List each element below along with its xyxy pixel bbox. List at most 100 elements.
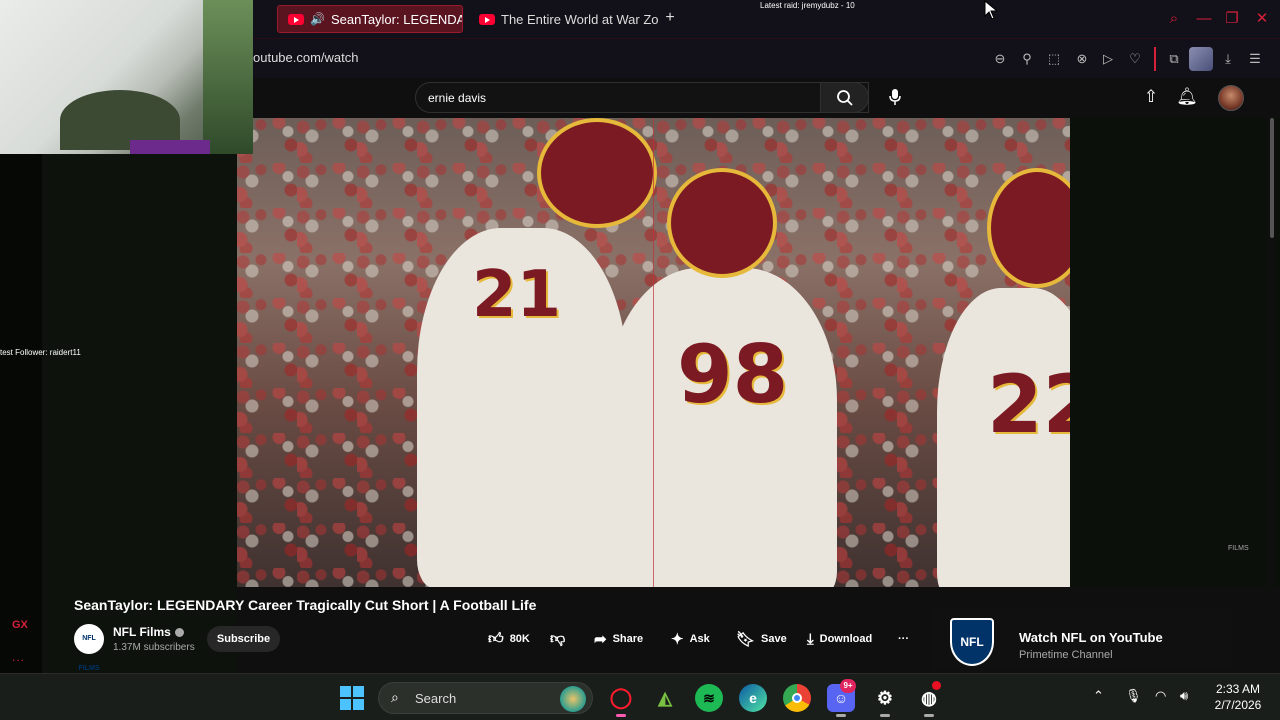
jersey-number-22: 22 — [987, 358, 1070, 451]
voice-search-button[interactable] — [879, 82, 910, 113]
like-button[interactable]: 👍︎ 80K — [488, 626, 530, 652]
audio-playing-icon[interactable]: 🔊 — [310, 12, 325, 26]
video-player[interactable]: 21 98 22 — [237, 118, 1070, 587]
jersey-number-98: 98 — [677, 328, 789, 421]
webcam-blanket — [130, 140, 210, 154]
video-helmet-center — [667, 168, 777, 278]
tab-active-video[interactable]: 🔊 SeanTaylor: LEGENDA — [277, 5, 463, 33]
search-button[interactable] — [820, 82, 869, 113]
nfl-promo-card[interactable]: NFL Watch NFL on YouTube Primetime Chann… — [932, 608, 1232, 670]
taskbar-clock[interactable]: 2:33 AM 2/7/2026 — [1210, 681, 1266, 713]
jersey-number-21: 21 — [472, 258, 562, 332]
volume-icon[interactable]: 🔊︎ — [1180, 688, 1188, 704]
tray-microphone-icon[interactable]: 🎙︎ — [1125, 688, 1142, 704]
player-icon[interactable]: ▷ — [1099, 50, 1117, 68]
subscriber-count: 1.37M subscribers — [113, 642, 195, 653]
channel-name[interactable]: NFL Films — [113, 625, 184, 639]
create-upload-icon[interactable]: ⇧ — [1140, 86, 1162, 108]
screen: test Follower: raidert11 GX ... Latest r… — [0, 0, 1280, 720]
url-field[interactable]: outube.com/watch — [253, 50, 359, 65]
account-avatar[interactable] — [1218, 85, 1244, 111]
nvidia-icon[interactable]: ◭ — [651, 684, 679, 712]
sparkle-icon: ✦ — [671, 631, 684, 648]
download-arrow-icon: ⤓ — [807, 630, 814, 648]
promo-subtitle: Primetime Channel — [1019, 649, 1113, 661]
scrollbar-thumb[interactable] — [1270, 118, 1274, 238]
promo-title: Watch NFL on YouTube — [1019, 630, 1163, 645]
taskbar-search-label: Search — [415, 691, 457, 706]
clock-date: 2/7/2026 — [1214, 698, 1262, 712]
pin-icon[interactable]: ⚲ — [1018, 50, 1036, 68]
bookmark-icon: 🔖︎ — [736, 631, 756, 648]
minimize-icon[interactable]: — — [1194, 9, 1214, 29]
extensions-icon[interactable]: ⧉ — [1165, 50, 1183, 68]
channel-avatar[interactable]: NFL FILMS — [74, 624, 104, 672]
more-actions-icon: ··· — [898, 633, 909, 645]
discord-active-indicator — [836, 714, 846, 717]
save-label: Save — [761, 633, 787, 645]
share-button[interactable]: ➦ Share — [594, 626, 643, 652]
share-label: Share — [612, 633, 644, 645]
browser-tab-bar: Latest raid: jremydubz - 10 🔊 SeanTaylor… — [253, 0, 1280, 38]
steam-icon[interactable]: ⚙ — [871, 684, 899, 712]
video-red-line — [653, 118, 654, 587]
edge-icon[interactable]: e — [739, 684, 767, 712]
easy-setup-icon[interactable]: ☰ — [1246, 50, 1264, 68]
taskbar-search-icon: ⌕ — [391, 689, 399, 705]
notifications-bell-icon[interactable]: 🔔︎ — [1176, 86, 1198, 108]
new-tab-button[interactable]: + — [660, 8, 680, 28]
save-button[interactable]: 🔖︎ Save — [736, 626, 787, 652]
download-button[interactable]: ⤓ Download — [807, 626, 872, 652]
launcher-notification-dot — [932, 681, 941, 690]
restore-icon[interactable]: ❐ — [1222, 9, 1242, 29]
subscribe-button[interactable]: Subscribe — [207, 626, 280, 652]
download-icon[interactable]: ⤓ — [1219, 50, 1237, 68]
video-player-98 — [607, 268, 837, 587]
wifi-icon[interactable]: ◠ — [1155, 688, 1166, 704]
gx-sidebar-label[interactable]: GX — [12, 619, 28, 631]
more-actions-button[interactable]: ··· — [898, 626, 909, 652]
adblock-icon[interactable]: ⊗ — [1073, 50, 1091, 68]
latest-follower-text: test Follower: raidert11 — [0, 348, 81, 357]
mouse-cursor-icon — [984, 0, 998, 20]
youtube-favicon-icon — [479, 13, 495, 25]
address-bar: outube.com/watch ⊖ ⚲ ⬚ ⊗ ▷ ♡ ⧉ ⤓ ☰ — [253, 38, 1280, 78]
nfl-shield-logo: NFL — [950, 618, 994, 666]
windows-start-icon[interactable] — [340, 686, 364, 710]
webcam-overlay — [0, 0, 253, 154]
youtube-favicon-icon — [288, 13, 304, 25]
microphone-icon — [888, 89, 901, 105]
tab-label: SeanTaylor: LEGENDA — [330, 11, 463, 27]
profile-avatar[interactable] — [1189, 47, 1213, 71]
dislike-button[interactable]: 👎︎ — [550, 626, 565, 652]
zoom-out-icon[interactable]: ⊖ — [991, 50, 1009, 68]
search-query[interactable]: ernie davis — [428, 91, 486, 105]
taskbar-search[interactable]: ⌕ Search — [378, 682, 593, 714]
ask-button[interactable]: ✦ Ask — [671, 626, 710, 652]
stream-side-panel — [0, 154, 237, 673]
opera-gx-icon[interactable]: ◯ — [607, 684, 635, 712]
snapshot-icon[interactable]: ⬚ — [1045, 50, 1063, 68]
search-icon — [836, 90, 853, 106]
ask-label: Ask — [689, 633, 710, 645]
search-input[interactable]: ernie davis ✕ — [415, 82, 869, 113]
chrome-icon[interactable] — [783, 684, 811, 712]
latest-raid-text: Latest raid: jremydubz - 10 — [760, 1, 855, 10]
tray-overflow-icon[interactable]: ⌃ — [1093, 688, 1104, 704]
close-window-icon[interactable]: ✕ — [1252, 9, 1272, 29]
spotify-icon[interactable]: ≋ — [695, 684, 723, 712]
video-helmet-left — [537, 118, 657, 228]
thumbs-down-icon: 👎︎ — [550, 630, 566, 647]
webcam-background — [203, 0, 253, 154]
address-divider — [1154, 47, 1156, 71]
tab-world-at-war[interactable]: The Entire World at War Zo — [469, 5, 659, 33]
steam-active-indicator — [880, 714, 890, 717]
clock-time: 2:33 AM — [1215, 682, 1261, 696]
gx-sidebar-more[interactable]: ... — [12, 650, 25, 664]
youtube-header: ernie davis ✕ ⇧ 🔔︎ — [253, 78, 1280, 118]
share-icon: ➦ — [594, 631, 607, 648]
thumbs-up-icon: 👍︎ — [488, 630, 504, 647]
heart-icon[interactable]: ♡ — [1126, 50, 1144, 68]
browser-search-icon[interactable]: ⌕ — [1164, 9, 1184, 29]
verified-icon — [174, 628, 184, 638]
